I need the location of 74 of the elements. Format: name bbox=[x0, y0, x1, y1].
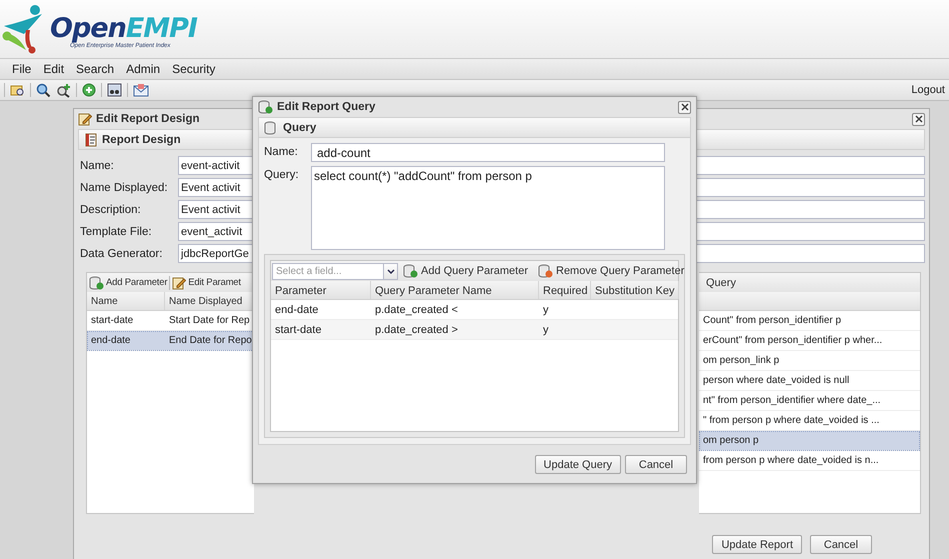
people-card-icon[interactable] bbox=[107, 83, 122, 97]
close-button[interactable] bbox=[678, 100, 691, 114]
table-cell-text: y bbox=[542, 324, 550, 336]
table-row[interactable]: end-date End Date for Repo bbox=[87, 331, 254, 351]
table-cell-text: y bbox=[542, 304, 550, 316]
update-query-button[interactable]: Update Query bbox=[534, 455, 621, 474]
folder-search-icon[interactable] bbox=[10, 83, 25, 97]
table-cell-text: End Date for Repo bbox=[168, 335, 253, 346]
field-label: Name Displayed: bbox=[80, 182, 169, 194]
search-plus-icon[interactable] bbox=[56, 82, 71, 98]
toolbar-button[interactable]: Edit Paramet bbox=[172, 276, 241, 290]
name-field[interactable]: add-count bbox=[311, 143, 665, 162]
field-label: Name: bbox=[264, 145, 299, 160]
table-cell-text: " from person p where date_voided is ... bbox=[702, 415, 880, 426]
field-label: Description: bbox=[80, 204, 142, 216]
toolbar-button[interactable]: Add Query Parameter bbox=[403, 264, 528, 278]
dropdown-button[interactable] bbox=[383, 262, 398, 280]
close-button[interactable] bbox=[912, 112, 925, 126]
table-cell-text: person where date_voided is null bbox=[702, 375, 850, 386]
window-title: Edit Report Design bbox=[96, 113, 200, 125]
menu-item[interactable]: Edit bbox=[37, 62, 70, 76]
pencil-document-icon bbox=[78, 112, 92, 126]
pencil-document-icon bbox=[172, 276, 186, 290]
table-row[interactable]: om person p bbox=[699, 431, 920, 451]
field-select[interactable]: Select a field... bbox=[272, 262, 383, 280]
column-header[interactable]: Name bbox=[87, 292, 165, 310]
database-plus-icon bbox=[89, 276, 104, 290]
table-cell-text: end-date bbox=[274, 304, 320, 316]
add-circle-icon[interactable] bbox=[82, 83, 96, 97]
table-cell-text: Count" from person_identifier p bbox=[702, 315, 842, 326]
field-label: Data Generator: bbox=[80, 248, 164, 260]
toolbar-button[interactable]: Remove Query Parameter bbox=[538, 264, 684, 278]
query-field[interactable]: select count(*) "addCount" from person p bbox=[311, 166, 665, 250]
table-cell-text: erCount" from person_identifier p wher... bbox=[702, 335, 884, 346]
caret-down-icon bbox=[386, 268, 394, 274]
database-plus-icon bbox=[258, 100, 273, 114]
dialog-title: Edit Report Query bbox=[277, 101, 376, 113]
column-header[interactable]: Query Parameter Name bbox=[371, 281, 539, 299]
close-icon bbox=[914, 115, 922, 123]
table-cell-text: p.date_created > bbox=[374, 324, 459, 336]
table-cell-text: om person_link p bbox=[702, 355, 780, 366]
field-label: Template File: bbox=[80, 226, 153, 238]
panel-title: Report Design bbox=[102, 134, 181, 146]
column-header[interactable]: Parameter bbox=[271, 281, 371, 299]
database-minus-icon bbox=[538, 264, 553, 278]
menu-item[interactable]: Search bbox=[70, 62, 120, 76]
column-header[interactable]: Substitution Key bbox=[591, 281, 679, 299]
table-cell-text: om person p bbox=[702, 435, 760, 446]
table-cell-text: nt" from person_identifier where date_... bbox=[702, 395, 882, 406]
table-cell-text: start-date bbox=[90, 315, 134, 326]
envelope-icon[interactable] bbox=[133, 83, 149, 97]
database-plus-icon bbox=[403, 264, 418, 278]
logout-link[interactable]: Logout bbox=[911, 84, 945, 96]
field-label: Query: bbox=[264, 168, 300, 183]
update-report-button[interactable]: Update Report bbox=[712, 535, 802, 554]
panel-title: Query bbox=[283, 122, 316, 134]
table-cell-text: Start Date for Rep bbox=[168, 315, 251, 326]
search-icon[interactable] bbox=[36, 82, 51, 98]
menu-item[interactable]: Admin bbox=[120, 62, 166, 76]
column-header[interactable]: Required bbox=[539, 281, 591, 299]
close-icon bbox=[680, 103, 688, 111]
cancel-button[interactable]: Cancel bbox=[810, 535, 872, 554]
table-cell-text: p.date_created < bbox=[374, 304, 459, 316]
cancel-button[interactable]: Cancel bbox=[625, 455, 687, 474]
toolbar-button[interactable]: Add Parameter bbox=[89, 276, 168, 290]
document-icon bbox=[84, 132, 98, 146]
table-cell-text: start-date bbox=[274, 324, 322, 336]
field-label: Name: bbox=[80, 160, 115, 172]
table-cell-text: end-date bbox=[90, 335, 132, 346]
menu-item[interactable]: File bbox=[6, 62, 38, 76]
table-row[interactable]: start-date p.date_created > y bbox=[271, 320, 678, 340]
logo-wordmark: OpenEMPI bbox=[50, 15, 197, 43]
menu-item[interactable]: Security bbox=[166, 62, 222, 76]
table-cell-text: from person p where date_voided is n... bbox=[702, 455, 880, 466]
